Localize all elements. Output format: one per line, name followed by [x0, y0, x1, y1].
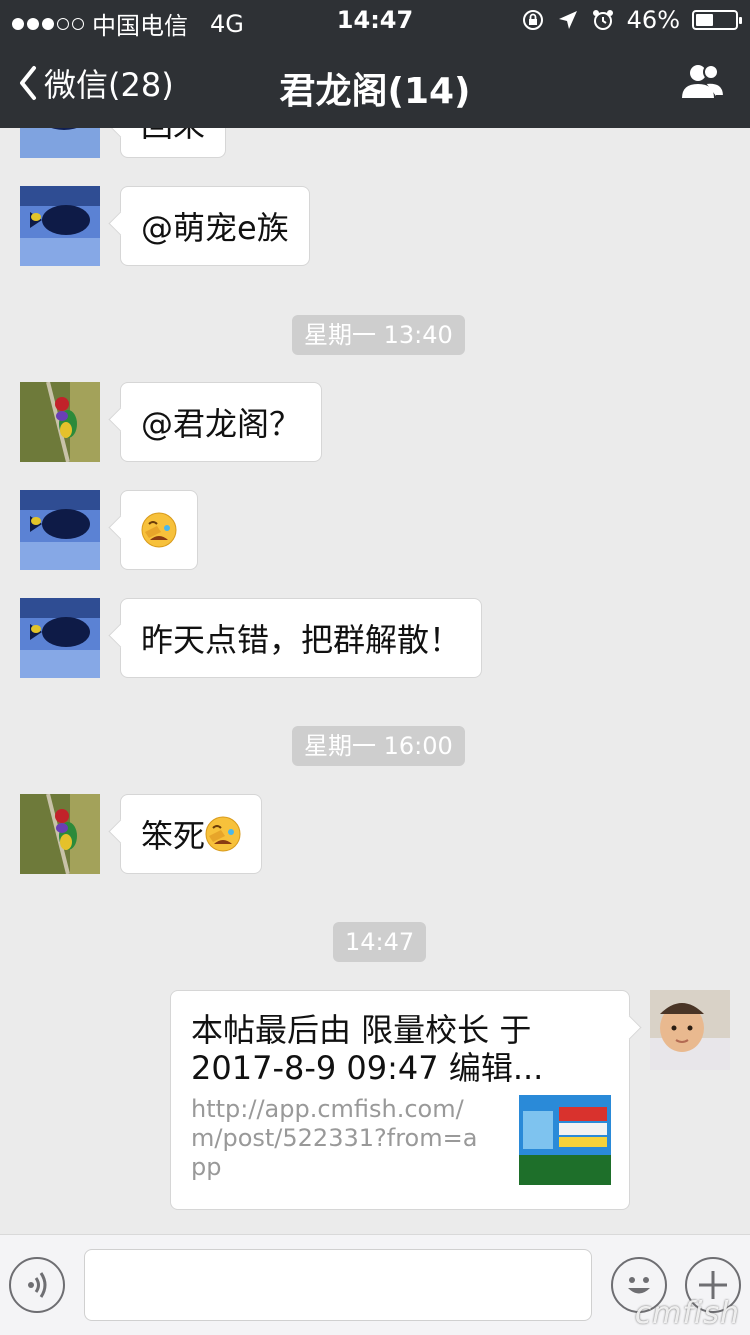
- avatar-fish[interactable]: [20, 186, 100, 266]
- facepalm-emoji-icon: [205, 816, 241, 852]
- message-bubble[interactable]: [120, 490, 198, 570]
- nav-bar: 微信(28) 君龙阁(14): [0, 40, 750, 128]
- rotation-lock-icon: [522, 10, 543, 30]
- voice-button[interactable]: [9, 1257, 65, 1313]
- avatar-self-baby[interactable]: [650, 990, 730, 1070]
- facepalm-emoji-icon: [141, 512, 177, 548]
- message-bubble-partial[interactable]: 回来: [120, 128, 227, 158]
- avatar-bird[interactable]: [20, 794, 100, 874]
- message-text: 笨死: [141, 817, 206, 855]
- timestamp: 星期一 13:40: [292, 315, 465, 355]
- people-icon: [682, 64, 726, 98]
- location-arrow-icon: [558, 11, 577, 29]
- timestamp: 14:47: [333, 922, 427, 962]
- message-text: 回来: [141, 128, 205, 146]
- message-text: @君龙阁？: [141, 405, 302, 443]
- message-input[interactable]: [84, 1249, 592, 1321]
- message-bubble[interactable]: 笨死: [120, 794, 263, 874]
- group-members-button[interactable]: [680, 62, 726, 106]
- status-bar: 中国电信 4G 14:47 46%: [0, 0, 750, 40]
- battery-percentage: 46%: [626, 6, 680, 34]
- message-text: @萌宠e族: [141, 209, 289, 247]
- battery-icon: [692, 10, 742, 30]
- status-right: 46%: [521, 6, 742, 34]
- link-card-title: 本帖最后由 限量校长 于 2017-8-9 09:47 编辑...: [191, 1011, 544, 1087]
- avatar-fish[interactable]: [20, 598, 100, 678]
- message-bubble[interactable]: @萌宠e族: [120, 186, 310, 266]
- chat-message-list[interactable]: 回来 @萌宠e族 星期一 13:40 @君龙阁？ 昨天点错，把群解散！ 星期一 …: [0, 128, 750, 1234]
- voice-wave-icon: [28, 1272, 47, 1298]
- link-card-thumbnail: [519, 1095, 611, 1185]
- message-bubble[interactable]: 昨天点错，把群解散！: [120, 598, 483, 678]
- timestamp: 星期一 16:00: [292, 726, 465, 766]
- avatar-fish[interactable]: [20, 490, 100, 570]
- watermark: cmfish: [634, 1296, 740, 1331]
- message-bubble[interactable]: @君龙阁？: [120, 382, 323, 462]
- avatar-bird[interactable]: [20, 382, 100, 462]
- avatar-fish[interactable]: [20, 128, 100, 158]
- link-card-message[interactable]: 本帖最后由 限量校长 于 2017-8-9 09:47 编辑... http:/…: [170, 990, 630, 1210]
- link-card-url: http://app.cmfish.com/m/post/522331?from…: [191, 1095, 478, 1181]
- message-text: 昨天点错，把群解散！: [141, 621, 462, 659]
- alarm-clock-icon: [592, 10, 613, 30]
- input-bar: cmfish: [0, 1234, 750, 1335]
- chat-title: 君龙阁(14): [279, 71, 471, 112]
